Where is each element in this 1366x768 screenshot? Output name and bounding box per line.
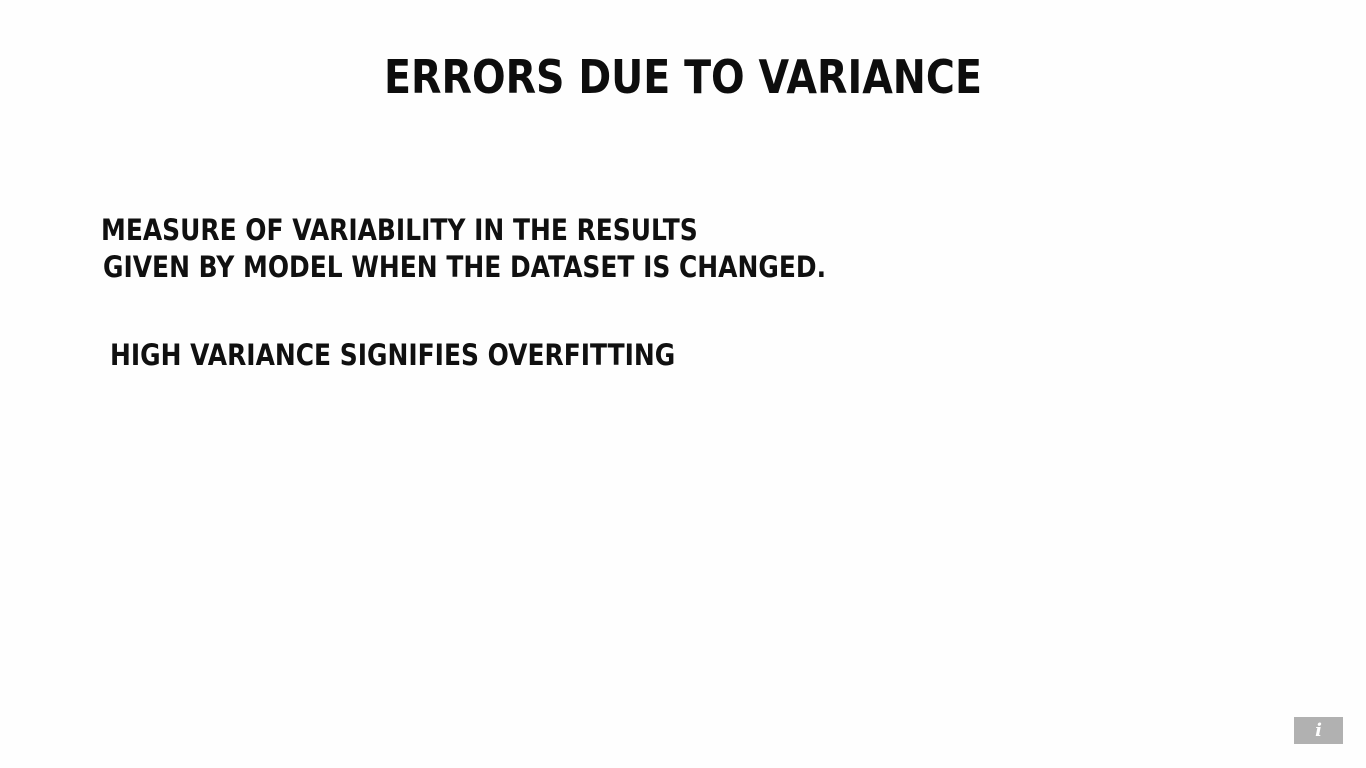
slide-title: ERRORS DUE TO VARIANCE xyxy=(384,50,982,104)
slide-canvas: ERRORS DUE TO VARIANCE MEASURE OF VARIAB… xyxy=(0,0,1366,768)
info-icon: i xyxy=(1315,720,1322,741)
body-text-line-1: MEASURE OF VARIABILITY IN THE RESULTS xyxy=(101,213,698,247)
info-button[interactable]: i xyxy=(1294,717,1343,744)
body-text-line-3: HIGH VARIANCE SIGNIFIES OVERFITTING xyxy=(110,338,676,372)
body-text-line-2: GIVEN BY MODEL WHEN THE DATASET IS CHANG… xyxy=(103,250,827,284)
